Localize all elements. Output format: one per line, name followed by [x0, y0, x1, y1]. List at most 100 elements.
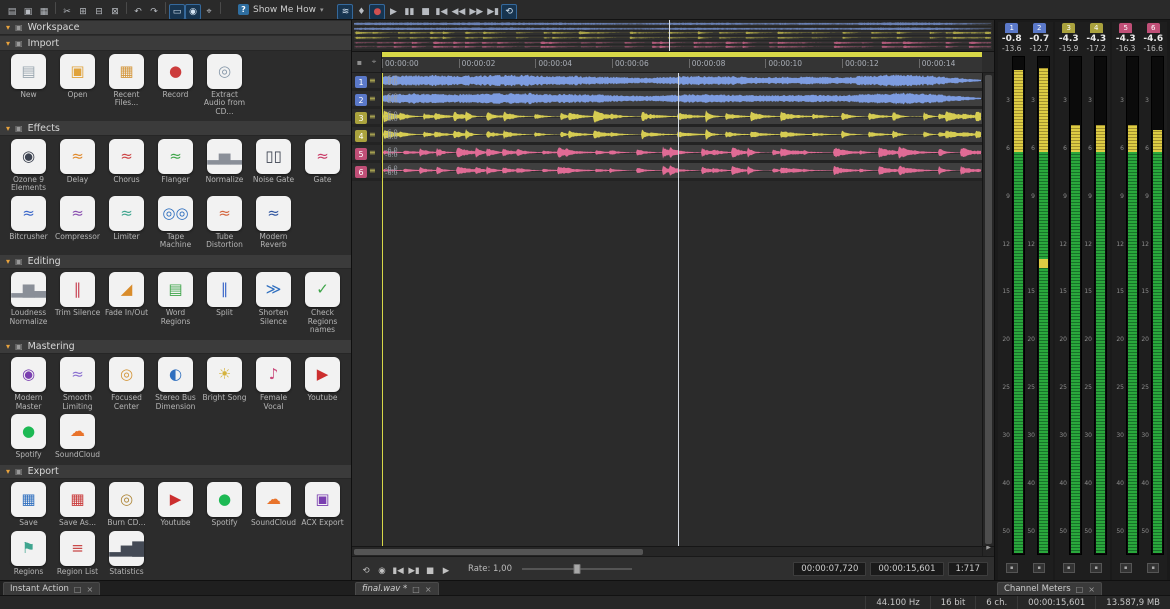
toolbar-icon[interactable]: ▶	[385, 4, 401, 20]
zoom-ratio-display[interactable]: 1:717	[948, 562, 989, 576]
close-icon[interactable]: ×	[86, 585, 93, 594]
meter-option-button[interactable]: ▪	[1033, 563, 1045, 573]
action-tile[interactable]: ◢ Fade In/Out	[102, 272, 151, 335]
audio-track[interactable]: 5 ≡ -6.0 -Inf. -6.0	[352, 145, 994, 163]
action-tile[interactable]: ◉ Ozone 9 Elements	[4, 139, 53, 193]
float-window-icon[interactable]: □	[412, 585, 420, 594]
waveform-canvas[interactable]: -6.0 -Inf. -6.0	[382, 127, 982, 142]
toolbar-icon[interactable]: ▶▮	[485, 4, 501, 20]
action-tile[interactable]: ▣ ACX Export	[298, 482, 347, 528]
channel-tab[interactable]: 2	[1033, 23, 1046, 33]
toolbar-icon[interactable]: ⊞	[75, 4, 91, 20]
action-tile[interactable]: ● Spotify	[4, 414, 53, 460]
track-menu-icon[interactable]: ≡	[369, 112, 376, 122]
track-menu-icon[interactable]: ≡	[369, 76, 376, 86]
channel-number-badge[interactable]: 3	[355, 112, 367, 124]
toolbar-icon[interactable]: ↶	[130, 4, 146, 20]
toolbar-icon[interactable]: ♦	[353, 4, 369, 20]
toolbar-icon[interactable]	[126, 2, 127, 14]
action-tile[interactable]: ● Record	[151, 54, 200, 117]
transport-button[interactable]: ⟲	[358, 563, 374, 579]
action-tile[interactable]: ≈ Tube Distortion	[200, 196, 249, 250]
waveform-canvas[interactable]: -6.0 -Inf. -6.0	[382, 91, 982, 106]
section-header-mastering[interactable]: ▾ ▣ Mastering	[0, 340, 351, 354]
meter-option-button[interactable]: ▪	[1147, 563, 1159, 573]
waveform-canvas[interactable]: -6.0 -Inf. -6.0	[382, 163, 982, 178]
section-header-effects[interactable]: ▾ ▣ Effects	[0, 121, 351, 135]
action-tile[interactable]: ≈ Modern Reverb	[249, 196, 298, 250]
vertical-scrollbar[interactable]	[982, 73, 994, 546]
total-time-display[interactable]: 00:00:15,601	[870, 562, 943, 576]
channel-tab[interactable]: 4	[1090, 23, 1103, 33]
action-tile[interactable]: ≈ Delay	[53, 139, 102, 193]
toolbar-icon[interactable]: ●	[369, 4, 385, 20]
vertical-scroll-thumb[interactable]	[985, 75, 992, 544]
toolbar-icon[interactable]: ■	[417, 4, 433, 20]
horizontal-scroll-thumb[interactable]	[354, 549, 643, 555]
toolbar-icon[interactable]: ◀◀	[449, 4, 467, 20]
audio-track[interactable]: 3 ≡ -6.0 -Inf. -6.0	[352, 109, 994, 127]
action-tile[interactable]: ≈ Smooth Limiting	[53, 357, 102, 411]
action-tile[interactable]: ◉ Modern Master	[4, 357, 53, 411]
lock-icon[interactable]: ▪	[357, 58, 362, 67]
section-header-workspace[interactable]: ▾ ▣ Workspace	[0, 21, 351, 35]
action-tile[interactable]: ≈ Compressor	[53, 196, 102, 250]
float-window-icon[interactable]: □	[1076, 585, 1084, 594]
toolbar-icon[interactable]: ▭	[169, 4, 185, 20]
toolbar-icon[interactable]: ▣	[20, 4, 36, 20]
float-window-icon[interactable]: □	[74, 585, 82, 594]
toolbar-icon[interactable]: ⊠	[107, 4, 123, 20]
action-tile[interactable]: ☁ SoundCloud	[249, 482, 298, 528]
meter-option-button[interactable]: ▪	[1120, 563, 1132, 573]
toolbar-icon[interactable]: ✂	[59, 4, 75, 20]
action-tile[interactable]: ⚑ Regions	[4, 531, 53, 577]
channel-number-badge[interactable]: 5	[355, 148, 367, 160]
tab-instant-action[interactable]: Instant Action □ ×	[3, 582, 100, 595]
transport-button[interactable]: ▶	[438, 563, 454, 579]
action-tile[interactable]: ▦ Save As...	[53, 482, 102, 528]
channel-number-badge[interactable]: 4	[355, 130, 367, 142]
toolbar-icon[interactable]	[165, 2, 166, 14]
meter-option-button[interactable]: ▪	[1006, 563, 1018, 573]
toolbar-icon[interactable]: ⊟	[91, 4, 107, 20]
track-menu-icon[interactable]: ≡	[369, 166, 376, 176]
action-tile[interactable]: ▶ Youtube	[151, 482, 200, 528]
section-header-export[interactable]: ▾ ▣ Export	[0, 465, 351, 479]
action-tile[interactable]: ▯▯ Noise Gate	[249, 139, 298, 193]
channel-tab[interactable]: 1	[1005, 23, 1018, 33]
waveform-canvas[interactable]: -6.0 -Inf. -6.0	[382, 109, 982, 124]
section-header-editing[interactable]: ▾ ▣ Editing	[0, 255, 351, 269]
action-tile[interactable]: ◎ Extract Audio from CD...	[200, 54, 249, 117]
track-menu-icon[interactable]: ≡	[369, 148, 376, 158]
audio-track[interactable]: 4 ≡ -6.0 -Inf. -6.0	[352, 127, 994, 145]
tab-document[interactable]: final.wav * □ ×	[355, 582, 439, 595]
toolbar-icon[interactable]	[55, 2, 56, 14]
toolbar-icon[interactable]: ▤	[4, 4, 20, 20]
action-tile[interactable]: ▤ Word Regions	[151, 272, 200, 335]
action-tile[interactable]: ▦ Recent Files...	[102, 54, 151, 117]
action-tile[interactable]: ▂▅▇ Statistics	[102, 531, 151, 577]
action-tile[interactable]: ✓ Check Regions names	[298, 272, 347, 335]
time-ruler[interactable]: 00:00:0000:00:0200:00:0400:00:0600:00:08…	[382, 52, 982, 72]
transport-button[interactable]: ▶▮	[406, 563, 422, 579]
tab-channel-meters[interactable]: Channel Meters □ ×	[997, 582, 1102, 595]
action-tile[interactable]: ▤ New	[4, 54, 53, 117]
toolbar-icon[interactable]: ↷	[146, 4, 162, 20]
close-icon[interactable]: ×	[1088, 585, 1095, 594]
action-tile[interactable]: ∥ Split	[200, 272, 249, 335]
toolbar-icon[interactable]: ⟲	[501, 4, 517, 20]
rate-slider[interactable]	[522, 564, 632, 574]
track-menu-icon[interactable]: ≡	[369, 94, 376, 104]
action-tile[interactable]: ‖ Trim Silence	[53, 272, 102, 335]
audio-track[interactable]: 2 ≡ -6.0 -Inf. -6.0	[352, 91, 994, 109]
transport-button[interactable]: ◉	[374, 563, 390, 579]
waveform-canvas[interactable]: -6.0 -Inf. -6.0	[382, 73, 982, 88]
action-tile[interactable]: ▂▆▃ Loudness Normalize	[4, 272, 53, 335]
action-tile[interactable]: ≈ Chorus	[102, 139, 151, 193]
audio-track[interactable]: 6 ≡ -6.0 -Inf. -6.0	[352, 163, 994, 181]
action-tile[interactable]: ≈ Flanger	[151, 139, 200, 193]
action-tile[interactable]: ▶ Youtube	[298, 357, 347, 411]
audio-track[interactable]: 1 ≡ -6.0 -Inf. -6.0	[352, 73, 994, 91]
toolbar-icon[interactable]: ▮▮	[401, 4, 417, 20]
toolbar-icon[interactable]: ▦	[36, 4, 52, 20]
